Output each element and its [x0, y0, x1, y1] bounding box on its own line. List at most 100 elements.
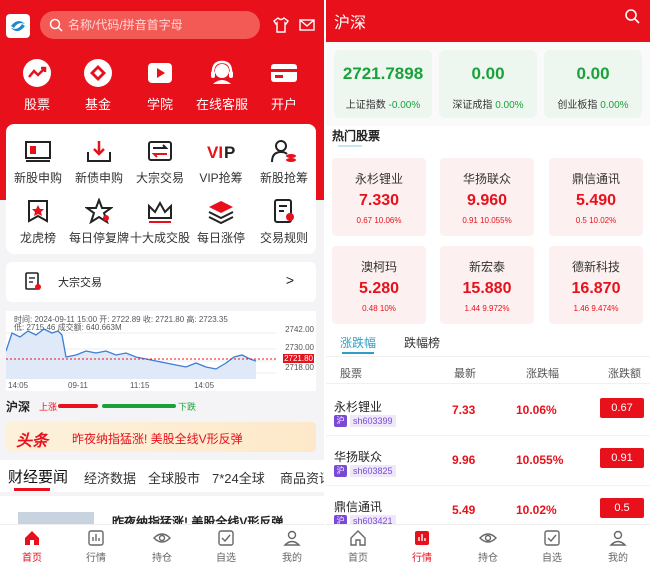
index-name-row: 深证成指 0.00%	[439, 96, 537, 111]
quick-stock[interactable]: 股票	[5, 58, 69, 113]
hot-stock-card[interactable]: 澳柯玛 5.280 0.48 10%	[332, 246, 426, 324]
nav-home[interactable]: 首页	[328, 529, 388, 564]
tab-gainers[interactable]: 涨跌幅	[340, 334, 376, 351]
fund-icon	[84, 59, 112, 87]
hot-stock-card[interactable]: 鼎信通讯 5.490 0.5 10.02%	[549, 158, 643, 236]
stock-name: 鼎信通讯	[334, 500, 383, 514]
home-screen: 名称/代码/拼音首字母 股票 基金 学院 在线客服 开户 新股申购 新债申购 大…	[0, 0, 324, 564]
nav-watchlist[interactable]: 自选	[196, 529, 256, 564]
quick-service[interactable]: 在线客服	[190, 58, 254, 113]
crown-icon	[148, 200, 172, 223]
svg-text:P: P	[224, 143, 235, 162]
mini-index-chart[interactable]: 时间: 2024-09-11 15:00 开: 2722.89 收: 2721.…	[6, 311, 316, 391]
grid-ipo[interactable]: 新股申购	[6, 138, 70, 186]
nav-watchlist[interactable]: 自选	[522, 529, 582, 564]
headline-banner[interactable]: 头条 昨夜纳指猛涨! 美股全线V形反弹	[6, 422, 316, 452]
headset-icon	[211, 60, 233, 84]
x-tick: 14:05	[194, 381, 215, 390]
nav-position[interactable]: 持仓	[132, 529, 192, 564]
quick-academy[interactable]: 学院	[128, 58, 192, 113]
news-item[interactable]: 昨夜纳指猛涨! 美股全线V形反弹	[0, 496, 324, 529]
tab-underline	[14, 488, 50, 491]
hot-change: 1.46 9.474%	[573, 304, 619, 313]
index-card-sh[interactable]: 2721.7898 上证指数 -0.00%	[334, 50, 432, 118]
tab-losers[interactable]: 跌幅榜	[404, 334, 440, 351]
index-card-cyb[interactable]: 0.00 创业板指 0.00%	[544, 50, 642, 118]
grid-top-ten[interactable]: 十大成交股	[128, 198, 192, 246]
hot-stocks-title: 热门股票	[332, 129, 381, 143]
hot-stock-card[interactable]: 华扬联众 9.960 0.91 10.055%	[440, 158, 534, 236]
shirt-icon[interactable]	[272, 16, 290, 34]
user-coins-icon	[271, 140, 296, 163]
nav-profile[interactable]: 我的	[262, 529, 322, 564]
nav-position[interactable]: 持仓	[458, 529, 518, 564]
grid-label: 龙虎榜	[19, 231, 56, 245]
hot-price: 9.960	[466, 192, 508, 209]
home-icon	[25, 531, 39, 545]
bottom-nav: 首页 行情 持仓 自选 我的	[0, 524, 324, 564]
block-trade-label: 大宗交易	[58, 277, 102, 289]
hot-price: 5.490	[575, 192, 617, 209]
col-amount: 涨跌额	[608, 368, 641, 380]
stock-pct: 10.055%	[516, 453, 564, 467]
quick-open-account[interactable]: 开户	[252, 58, 316, 113]
hot-stock-card[interactable]: 德新科技 16.870 1.46 9.474%	[549, 246, 643, 324]
nav-market[interactable]: 行情	[392, 529, 452, 564]
document-icon	[25, 272, 41, 290]
mail-icon[interactable]	[298, 16, 316, 34]
stock-pct: 10.02%	[516, 503, 557, 517]
y-tick: 2730.00	[285, 343, 314, 352]
grid-rules[interactable]: 交易规则	[252, 198, 316, 246]
search-input[interactable]: 名称/代码/拼音首字母	[40, 11, 260, 39]
hot-name: 澳柯玛	[360, 260, 397, 274]
hot-change: 0.91 10.055%	[462, 216, 512, 225]
grid-vip[interactable]: VI P VIP抢筹	[189, 138, 253, 186]
tab-global-stocks[interactable]: 全球股市	[148, 468, 200, 487]
nav-market[interactable]: 行情	[66, 529, 126, 564]
grid-limit-up[interactable]: 每日涨停	[189, 198, 253, 246]
down-label: 下跌	[178, 402, 197, 412]
index-card-sz[interactable]: 0.00 深证成指 0.00%	[439, 50, 537, 118]
tab-commodities[interactable]: 商品资讯	[280, 468, 324, 487]
grid-dragon-tiger[interactable]: 龙虎榜	[6, 198, 70, 246]
stock-code: sh603399	[350, 415, 396, 427]
search-icon[interactable]	[624, 8, 640, 24]
last-price-tag: 2721.80	[283, 354, 314, 363]
profile-icon	[609, 530, 627, 546]
grid-bond[interactable]: 新债申购	[67, 138, 131, 186]
hot-name: 华扬联众	[462, 172, 511, 186]
grid-ipo-rush[interactable]: 新股抢筹	[252, 138, 316, 186]
svg-text:VI: VI	[207, 143, 223, 162]
table-row[interactable]: 华扬联众 沪 sh603825 9.96 10.055% 0.91	[326, 436, 650, 486]
hot-change: 0.48 10%	[362, 304, 396, 313]
up-label: 上涨	[39, 402, 58, 412]
index-name: 上证指数	[345, 100, 386, 111]
grid-block-trade[interactable]: 大宗交易	[128, 138, 192, 186]
market-title: 沪深	[6, 400, 31, 414]
hot-price: 16.870	[571, 280, 621, 297]
section-underline	[338, 145, 362, 147]
tab-economic-data[interactable]: 经济数据	[84, 468, 136, 487]
nav-profile[interactable]: 我的	[588, 529, 648, 564]
up-bar	[58, 404, 98, 408]
index-value: 0.00	[576, 64, 610, 83]
grid-suspension[interactable]: 每日停复牌	[67, 198, 131, 246]
table-row[interactable]: 永杉锂业 沪 sh603399 7.33 10.06% 0.67	[326, 386, 650, 436]
hot-stock-card[interactable]: 新宏泰 15.880 1.44 9.972%	[440, 246, 534, 324]
quick-fund[interactable]: 基金	[66, 58, 130, 113]
hot-name: 鼎信通讯	[571, 172, 620, 186]
grid-label: 每日涨停	[196, 231, 245, 245]
tab-global-24h[interactable]: 7*24全球	[212, 468, 265, 487]
hot-stock-card[interactable]: 永杉锂业 7.330 0.67 10.06%	[332, 158, 426, 236]
stock-code: sh603825	[350, 465, 396, 477]
quick-label: 学院	[146, 97, 173, 112]
tab-finance-news[interactable]: 财经要闻	[8, 466, 68, 487]
watchlist-icon	[544, 530, 560, 546]
block-trade-row[interactable]: 大宗交易 >	[6, 262, 316, 302]
badge-icon	[28, 200, 48, 223]
nav-label: 我的	[608, 553, 628, 564]
chart-info-2: 低: 2715.46 成交额: 640.663M	[14, 323, 122, 332]
nav-home[interactable]: 首页	[2, 529, 62, 564]
col-latest: 最新	[454, 368, 476, 380]
search-placeholder: 名称/代码/拼音首字母	[68, 18, 183, 32]
